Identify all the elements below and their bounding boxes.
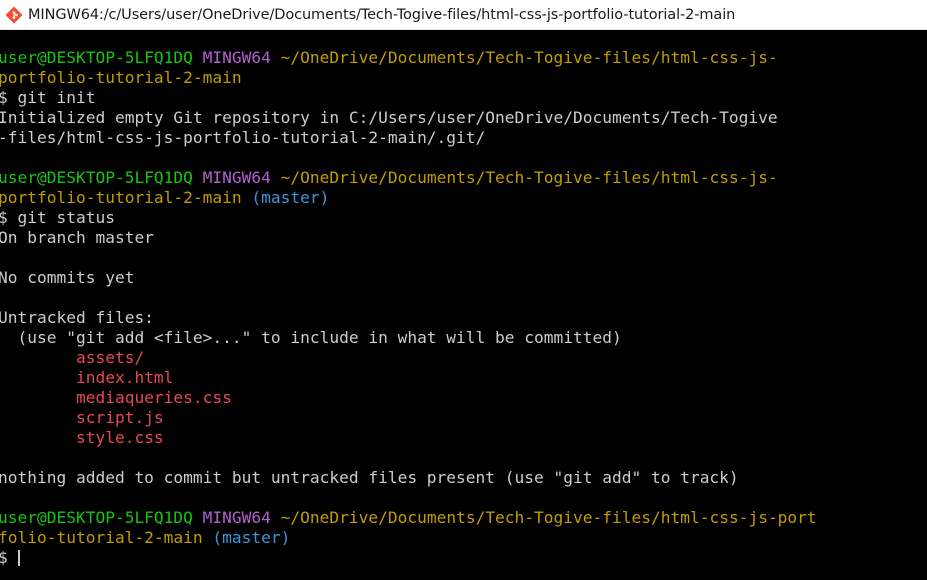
- prompt-line: user@DESKTOP-5LFQ1DQ MINGW64 ~/OneDrive/…: [0, 48, 927, 68]
- prompt-branch: (master): [212, 528, 291, 547]
- untracked-file-line: index.html: [0, 368, 927, 388]
- command-line: $ git init: [0, 88, 96, 107]
- prompt-user-host: user@DESKTOP-5LFQ1DQ: [0, 508, 193, 527]
- text-cursor: [17, 550, 20, 566]
- untracked-file-line: script.js: [0, 408, 927, 428]
- input-line[interactable]: $: [0, 548, 927, 568]
- untracked-file: style.css: [75, 428, 164, 447]
- prompt-line: user@DESKTOP-5LFQ1DQ MINGW64 ~/OneDrive/…: [0, 168, 927, 188]
- prompt-path: ~/OneDrive/Documents/Tech-Togive-files/h…: [280, 168, 778, 187]
- output-line: No commits yet: [0, 268, 135, 287]
- git-bash-icon: [5, 6, 23, 23]
- prompt-path: ~/OneDrive/Documents/Tech-Togive-files/h…: [280, 508, 817, 527]
- output-line: Untracked files:: [0, 308, 154, 327]
- output-line: Initialized empty Git repository in C:/U…: [0, 108, 778, 127]
- untracked-file: index.html: [75, 368, 174, 387]
- prompt-path-wrap: portfolio-tutorial-2-main: [0, 68, 242, 87]
- command-line: $ git status: [0, 208, 115, 227]
- prompt-shell: MINGW64: [202, 508, 271, 527]
- prompt-user-host: user@DESKTOP-5LFQ1DQ: [0, 48, 193, 67]
- prompt-user-host: user@DESKTOP-5LFQ1DQ: [0, 168, 193, 187]
- prompt-line-wrap: portfolio-tutorial-2-main (master): [0, 188, 927, 208]
- prompt-line: user@DESKTOP-5LFQ1DQ MINGW64 ~/OneDrive/…: [0, 508, 927, 528]
- prompt-shell: MINGW64: [202, 48, 271, 67]
- prompt-path: ~/OneDrive/Documents/Tech-Togive-files/h…: [280, 48, 778, 67]
- input-prompt: $: [0, 548, 8, 567]
- terminal-window: MINGW64:/c/Users/user/OneDrive/Documents…: [0, 0, 927, 580]
- prompt-branch: (master): [251, 188, 330, 207]
- window-title: MINGW64:/c/Users/user/OneDrive/Documents…: [28, 6, 736, 23]
- output-line: nothing added to commit but untracked fi…: [0, 468, 739, 487]
- untracked-file-line: mediaqueries.css: [0, 388, 927, 408]
- untracked-file: mediaqueries.css: [75, 388, 232, 407]
- prompt-path-wrap: portfolio-tutorial-2-main: [0, 188, 242, 207]
- prompt-line-wrap: folio-tutorial-2-main (master): [0, 528, 927, 548]
- untracked-file-line: style.css: [0, 428, 927, 448]
- prompt-path-wrap: folio-tutorial-2-main: [0, 528, 203, 547]
- output-line: -files/html-css-js-portfolio-tutorial-2-…: [0, 128, 486, 147]
- output-line: On branch master: [0, 228, 154, 247]
- untracked-file-line: assets/: [0, 348, 927, 368]
- title-bar[interactable]: MINGW64:/c/Users/user/OneDrive/Documents…: [0, 0, 927, 30]
- prompt-shell: MINGW64: [202, 168, 271, 187]
- prompt-line-wrap: portfolio-tutorial-2-main: [0, 68, 927, 88]
- terminal-output[interactable]: user@DESKTOP-5LFQ1DQ MINGW64 ~/OneDrive/…: [0, 31, 927, 580]
- untracked-file: script.js: [75, 408, 164, 427]
- output-line: (use "git add <file>..." to include in w…: [0, 328, 622, 347]
- untracked-file: assets/: [75, 348, 145, 367]
